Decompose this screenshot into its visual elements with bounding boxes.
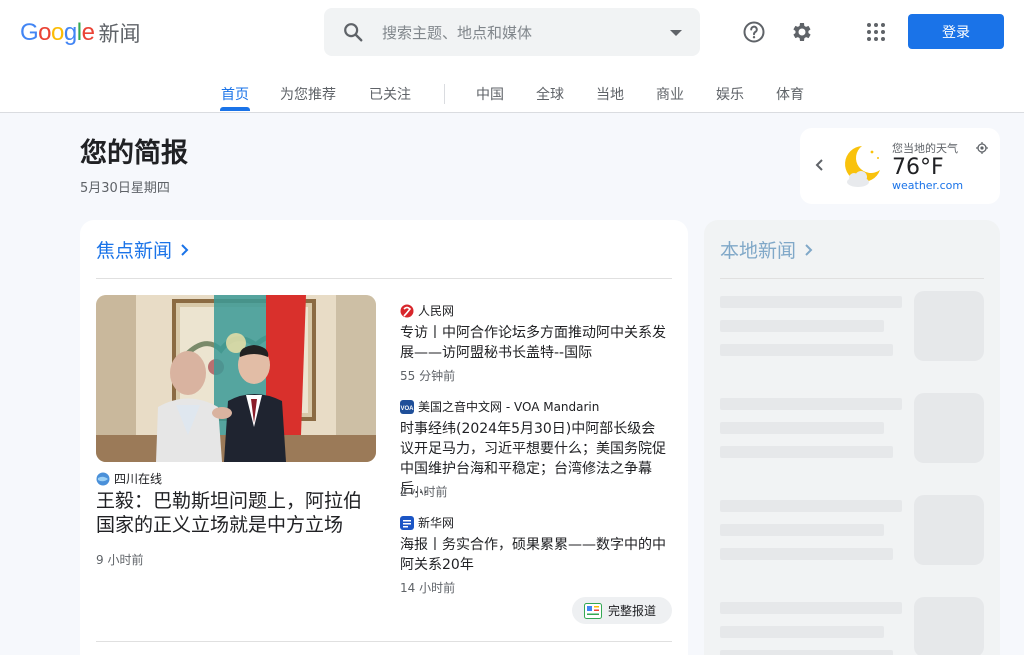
nav-tab-entertainment[interactable]: 娱乐 bbox=[716, 84, 744, 112]
loading-placeholder bbox=[720, 602, 902, 614]
search-dropdown-icon[interactable] bbox=[670, 30, 682, 36]
weather-temperature: 76°F bbox=[892, 155, 944, 180]
source-name[interactable]: 新华网 bbox=[418, 514, 454, 531]
xinhua-logo-icon bbox=[400, 515, 414, 530]
loading-placeholder bbox=[720, 398, 902, 410]
logo-letter: e bbox=[81, 19, 95, 46]
logo-letter: o bbox=[38, 19, 52, 46]
local-news-heading[interactable]: 本地新闻 bbox=[720, 236, 814, 263]
full-coverage-button[interactable]: 完整报道 bbox=[572, 597, 672, 624]
loading-placeholder bbox=[720, 524, 884, 536]
nav-tab-business[interactable]: 商业 bbox=[656, 84, 684, 112]
top-stories-title[interactable]: 焦点新闻 bbox=[96, 236, 172, 263]
logo-letter: o bbox=[51, 19, 64, 46]
logo-letter: G bbox=[20, 19, 39, 46]
local-news-card: 本地新闻 bbox=[704, 220, 1000, 655]
nav-tab-local[interactable]: 当地 bbox=[596, 84, 624, 112]
top-stories-heading[interactable]: 焦点新闻 bbox=[96, 236, 190, 263]
moon-cloud-weather-icon bbox=[845, 146, 880, 187]
local-news-title[interactable]: 本地新闻 bbox=[720, 236, 796, 263]
help-icon[interactable] bbox=[742, 20, 766, 44]
main-story-time: 9 小时前 bbox=[96, 553, 144, 567]
source-name[interactable]: 四川在线 bbox=[114, 470, 162, 487]
peoples-daily-logo-icon bbox=[400, 304, 414, 317]
apps-grid-icon[interactable] bbox=[864, 20, 888, 44]
loading-image-placeholder bbox=[914, 393, 984, 463]
section-divider bbox=[96, 641, 672, 642]
loading-placeholder bbox=[720, 548, 893, 560]
weather-source-link[interactable]: weather.com bbox=[892, 179, 963, 192]
nav-tab-following[interactable]: 已关注 bbox=[369, 84, 411, 112]
source-name[interactable]: 人民网 bbox=[418, 302, 454, 319]
loading-placeholder bbox=[720, 422, 884, 434]
section-divider bbox=[96, 278, 672, 279]
loading-placeholder bbox=[720, 650, 893, 655]
search-box[interactable]: 搜索主题、地点和媒体 bbox=[324, 8, 700, 56]
sichuan-online-logo-icon bbox=[96, 472, 110, 485]
settings-gear-icon[interactable] bbox=[790, 20, 814, 44]
side-story-source[interactable]: VOA 美国之音中文网 - VOA Mandarin bbox=[400, 398, 599, 415]
top-bar: Google 新闻 搜索主题、地点和媒体 登录 首页 为您推荐 已关注 中国 全… bbox=[0, 0, 1024, 113]
chevron-left-icon[interactable] bbox=[814, 158, 824, 172]
side-story-headline[interactable]: 海报丨务实合作，硕果累累——数字中的中阿关系20年 bbox=[400, 535, 668, 575]
side-story-source[interactable]: 人民网 bbox=[400, 302, 454, 319]
side-story-time: 55 分钟前 bbox=[400, 369, 456, 383]
search-icon[interactable] bbox=[342, 21, 364, 43]
full-coverage-label[interactable]: 完整报道 bbox=[608, 602, 656, 619]
loading-placeholder bbox=[720, 500, 902, 512]
svg-text:VOA: VOA bbox=[400, 406, 414, 412]
loading-placeholder bbox=[720, 446, 893, 458]
chevron-right-icon[interactable] bbox=[804, 243, 814, 257]
main-story-photo[interactable] bbox=[96, 295, 376, 462]
side-story-source[interactable]: 新华网 bbox=[400, 514, 454, 531]
source-name[interactable]: 美国之音中文网 - VOA Mandarin bbox=[418, 398, 599, 415]
loading-image-placeholder bbox=[914, 597, 984, 655]
side-story-time: 14 小时前 bbox=[400, 581, 456, 595]
location-icon[interactable] bbox=[976, 142, 988, 154]
weather-label: 您当地的天气 bbox=[892, 142, 958, 155]
nav-tab-world[interactable]: 全球 bbox=[536, 84, 564, 112]
page-date: 5月30日星期四 bbox=[80, 181, 170, 196]
loading-image-placeholder bbox=[914, 291, 984, 361]
side-story-time: 2 小时前 bbox=[400, 485, 448, 499]
voa-logo-icon: VOA bbox=[400, 399, 414, 414]
nav-tab-sports[interactable]: 体育 bbox=[776, 84, 804, 112]
page-title: 您的简报 bbox=[80, 138, 188, 169]
main-story-source[interactable]: 四川在线 bbox=[96, 470, 162, 487]
nav-tab-china[interactable]: 中国 bbox=[476, 84, 504, 112]
active-tab-indicator bbox=[220, 107, 250, 111]
nav-divider bbox=[444, 84, 445, 104]
logo-letter: g bbox=[63, 19, 77, 46]
loading-placeholder bbox=[720, 626, 884, 638]
top-stories-card: 焦点新闻 四川在线 王毅：巴勒斯坦问题上，阿拉伯国家的正义立场就是中方立场 9 … bbox=[80, 220, 688, 655]
side-story-headline[interactable]: 专访丨中阿合作论坛多方面推动阿中关系发展——访阿盟秘书长盖特--国际 bbox=[400, 323, 668, 363]
logo-suffix: 新闻 bbox=[98, 22, 141, 46]
google-news-logo[interactable]: Google 新闻 bbox=[20, 18, 140, 48]
chevron-right-icon[interactable] bbox=[180, 243, 190, 257]
nav-tab-for-you[interactable]: 为您推荐 bbox=[280, 84, 336, 112]
section-divider bbox=[720, 278, 984, 279]
full-coverage-icon bbox=[584, 602, 602, 619]
loading-placeholder bbox=[720, 320, 884, 332]
loading-image-placeholder bbox=[914, 495, 984, 565]
login-button[interactable]: 登录 bbox=[908, 14, 1004, 49]
loading-placeholder bbox=[720, 344, 893, 356]
weather-widget[interactable]: 您当地的天气 76°F weather.com bbox=[800, 128, 1000, 204]
loading-placeholder bbox=[720, 296, 902, 308]
main-story-headline[interactable]: 王毅：巴勒斯坦问题上，阿拉伯国家的正义立场就是中方立场 bbox=[96, 489, 380, 537]
search-placeholder[interactable]: 搜索主题、地点和媒体 bbox=[382, 22, 532, 43]
